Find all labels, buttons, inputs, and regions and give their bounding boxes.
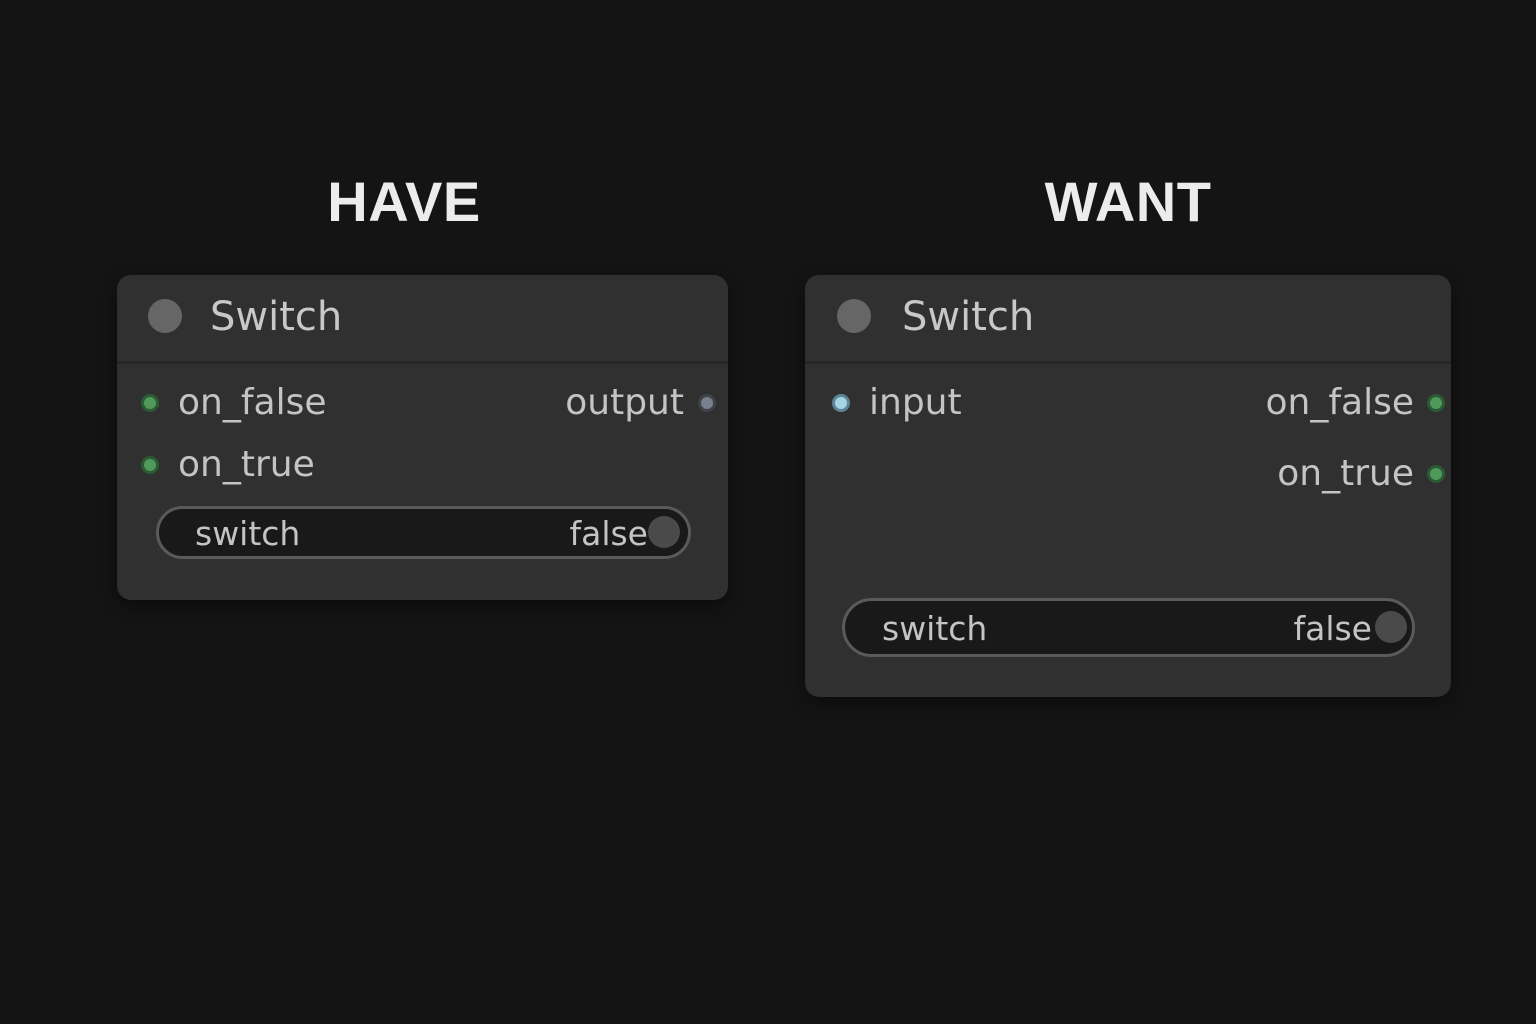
widget-value: false — [569, 514, 648, 553]
widget-name: switch — [195, 514, 301, 553]
input-slot-input-icon[interactable] — [832, 394, 850, 412]
input-label-on-false: on_false — [178, 382, 327, 423]
node-collapse-icon[interactable] — [837, 299, 871, 333]
node-header[interactable]: Switch — [117, 275, 728, 364]
graph-canvas[interactable]: HAVE WANT Switch on_false on_true output… — [0, 0, 1536, 1024]
want-switch-node[interactable]: Switch input on_false on_true switch fal… — [805, 275, 1451, 697]
node-collapse-icon[interactable] — [148, 299, 182, 333]
widget-name: switch — [882, 609, 988, 648]
input-label-on-true: on_true — [178, 444, 315, 485]
node-title: Switch — [902, 294, 1035, 340]
input-slot-on-false-icon[interactable] — [141, 394, 159, 412]
output-label-on-true: on_true — [1277, 453, 1414, 494]
node-title: Switch — [210, 294, 343, 340]
output-label-output: output — [565, 382, 684, 423]
have-switch-node[interactable]: Switch on_false on_true output switch fa… — [117, 275, 728, 600]
toggle-knob-icon[interactable] — [648, 516, 680, 548]
output-label-on-false: on_false — [1265, 382, 1414, 423]
have-title: HAVE — [327, 170, 481, 233]
switch-toggle-widget[interactable]: switch false — [842, 598, 1415, 657]
want-title: WANT — [1044, 170, 1212, 233]
input-slot-on-true-icon[interactable] — [141, 456, 159, 474]
input-label-input: input — [869, 382, 962, 423]
output-slot-on-false-icon[interactable] — [1427, 394, 1445, 412]
toggle-knob-icon[interactable] — [1375, 611, 1407, 643]
output-slot-on-true-icon[interactable] — [1427, 465, 1445, 483]
node-header[interactable]: Switch — [805, 275, 1451, 364]
switch-toggle-widget[interactable]: switch false — [156, 506, 691, 559]
widget-value: false — [1293, 609, 1372, 648]
output-slot-output-icon[interactable] — [698, 394, 716, 412]
